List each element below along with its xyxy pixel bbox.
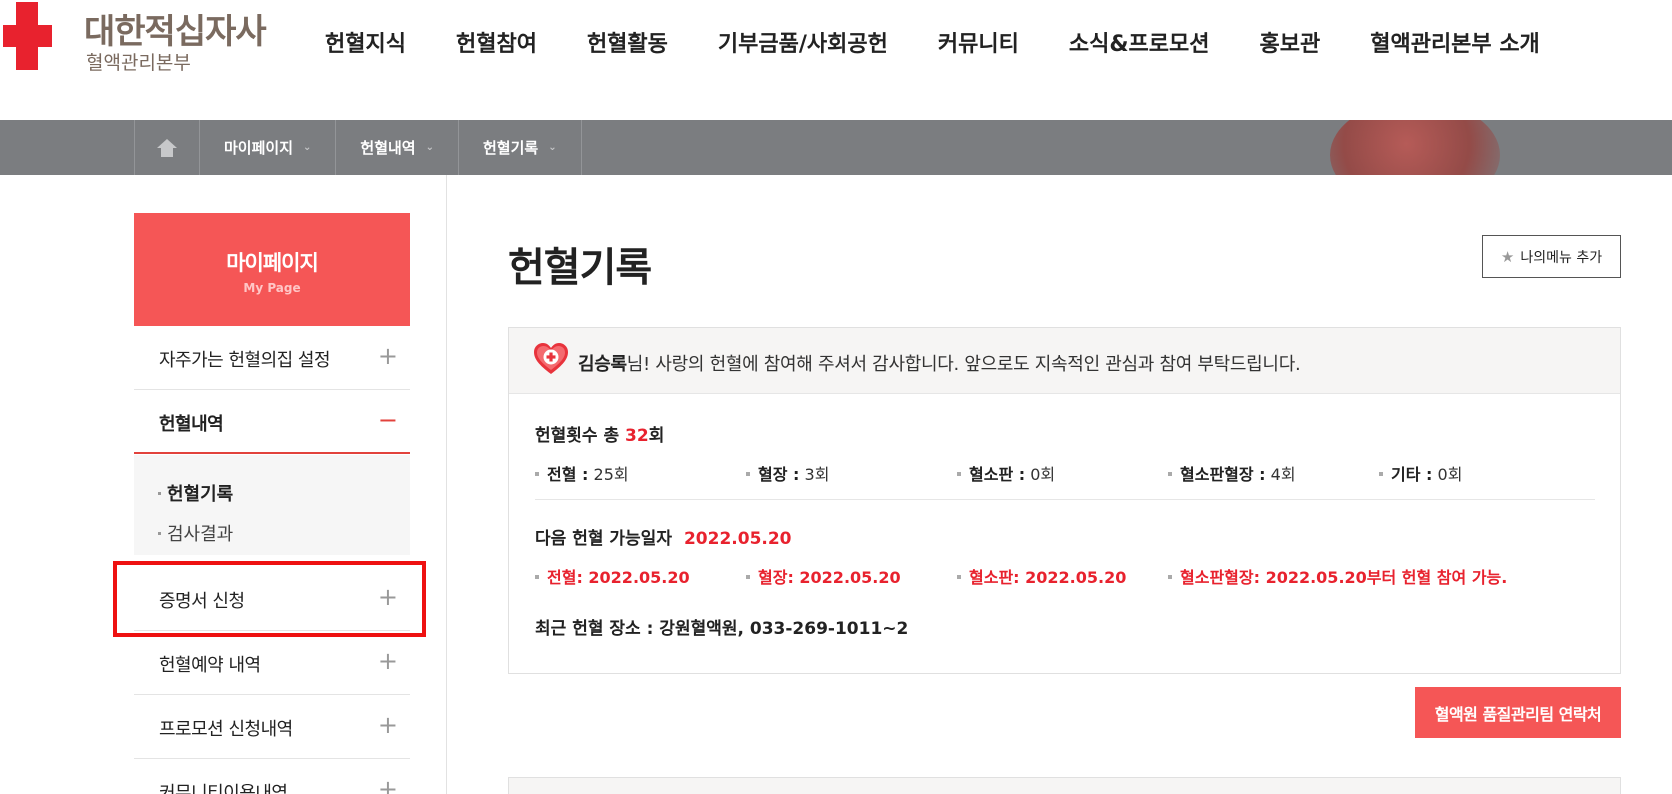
next-section-panel: [508, 777, 1621, 794]
plus-icon: +: [377, 647, 398, 675]
sidebar-submenu: 헌혈기록 검사결과: [134, 455, 410, 555]
sidebar-item-donation-history[interactable]: 헌혈내역 −: [134, 390, 410, 454]
count-platelet: 혈소판 : 0회: [957, 461, 1055, 485]
section-divider: [535, 499, 1595, 500]
nav-item-knowledge[interactable]: 헌혈지식: [325, 26, 406, 58]
bullet-icon: [158, 492, 161, 495]
home-icon: [157, 138, 177, 157]
content-divider: [446, 175, 447, 794]
page-title: 헌혈기록: [508, 245, 652, 291]
nav-item-donation[interactable]: 기부금품/사회공헌: [718, 26, 888, 58]
sidebar-title-text: 마이페이지: [226, 251, 319, 275]
sidebar-subitem-label: 헌혈기록: [167, 484, 234, 505]
count-whole-blood: 전혈 : 25회: [535, 461, 629, 485]
greeting-text: 김승록님! 사랑의 헌혈에 참여해 주셔서 감사합니다. 앞으로도 지속적인 관…: [578, 350, 1301, 376]
greeting-message: 님! 사랑의 헌혈에 참여해 주셔서 감사합니다. 앞으로도 지속적인 관심과 …: [626, 354, 1301, 375]
bullet-icon: [158, 532, 161, 535]
quality-team-contact-button[interactable]: 혈액원 품질관리팀 연락처: [1415, 687, 1621, 738]
breadcrumb-record[interactable]: 헌혈기록 ⌄: [458, 120, 582, 175]
next-available-label: 다음 헌혈 가능일자: [535, 529, 672, 549]
count-plasma: 혈장 : 3회: [746, 461, 829, 485]
sidebar-item-reservation[interactable]: 헌혈예약 내역 +: [134, 631, 410, 695]
nav-item-news[interactable]: 소식&프로모션: [1069, 26, 1210, 58]
chevron-down-icon: ⌄: [548, 142, 557, 153]
nav-item-about[interactable]: 혈액관리본부 소개: [1370, 26, 1540, 58]
breadcrumb-bar: 마이페이지 ⌄ 헌혈내역 ⌄ 헌혈기록 ⌄: [0, 120, 1672, 175]
next-platelet: 혈소판: 2022.05.20: [957, 564, 1126, 588]
sidebar-subitem-record[interactable]: 헌혈기록: [158, 480, 233, 506]
sidebar-subitem-label: 검사결과: [167, 524, 234, 545]
recent-donation-place: 최근 헌혈 장소 : 강원혈액원, 033-269-1011~2: [535, 619, 909, 639]
sidebar-item-label: 프로모션 신청내역: [159, 719, 293, 740]
sidebar-subtitle-text: My Page: [243, 281, 301, 295]
breadcrumb-label: 헌혈기록: [483, 139, 539, 157]
add-my-menu-label: 나의메뉴 추가: [1520, 249, 1603, 266]
count-other: 기타 : 0회: [1379, 461, 1462, 485]
sidebar-item-label: 자주가는 헌혈의집 설정: [159, 350, 331, 371]
count-platelet-plasma: 혈소판혈장 : 4회: [1168, 461, 1296, 485]
breadcrumb-label: 헌혈내역: [360, 139, 416, 157]
nav-item-activity[interactable]: 헌혈활동: [587, 26, 668, 58]
sidebar-item-label: 헌혈내역: [159, 414, 224, 435]
sidebar-subitem-test-result[interactable]: 검사결과: [158, 520, 233, 546]
site-header: 대한적십자사 혈액관리본부 헌혈지식 헌혈참여 헌혈활동 기부금품/사회공헌 커…: [0, 0, 1672, 120]
greeting-bar: 김승록님! 사랑의 헌혈에 참여해 주셔서 감사합니다. 앞으로도 지속적인 관…: [509, 328, 1620, 394]
user-name: 김승록: [578, 354, 627, 375]
next-available-date: 다음 헌혈 가능일자 2022.05.20: [535, 524, 792, 549]
plus-icon: +: [377, 711, 398, 739]
decorative-apple-image: [1330, 120, 1500, 175]
nav-item-community[interactable]: 커뮤니티: [938, 26, 1019, 58]
breadcrumb-label: 마이페이지: [224, 139, 294, 157]
breadcrumb-mypage[interactable]: 마이페이지 ⌄: [199, 120, 335, 175]
minus-icon: −: [377, 406, 398, 434]
logo-name: 대한적십자사: [84, 12, 267, 52]
breadcrumb-home[interactable]: [134, 120, 199, 175]
star-icon: ★: [1500, 247, 1515, 266]
breadcrumb-history[interactable]: 헌혈내역 ⌄: [335, 120, 458, 175]
sidebar-item-label: 헌혈예약 내역: [159, 655, 261, 676]
site-logo[interactable]: 대한적십자사 혈액관리본부: [0, 0, 290, 80]
next-available-value: 2022.05.20: [683, 529, 792, 549]
heart-cross-icon: [534, 343, 568, 374]
total-count: 헌혈횟수 총 32회: [535, 421, 664, 446]
red-cross-icon-bar: [3, 25, 52, 47]
donation-record-panel: 김승록님! 사랑의 헌혈에 참여해 주셔서 감사합니다. 앞으로도 지속적인 관…: [508, 327, 1621, 674]
total-count-suffix: 회: [648, 426, 665, 446]
sidebar-item-favorite-center[interactable]: 자주가는 헌혈의집 설정 +: [134, 326, 410, 390]
next-platelet-plasma: 혈소판혈장: 2022.05.20부터 헌혈 참여 가능.: [1168, 564, 1507, 588]
add-my-menu-button[interactable]: ★ 나의메뉴 추가: [1482, 235, 1621, 278]
chevron-down-icon: ⌄: [425, 142, 434, 153]
nav-item-participate[interactable]: 헌혈참여: [456, 26, 537, 58]
next-whole-blood: 전혈: 2022.05.20: [535, 564, 690, 588]
next-plasma: 혈장: 2022.05.20: [746, 564, 901, 588]
logo-sub: 혈액관리본부: [86, 52, 191, 74]
nav-item-pr[interactable]: 홍보관: [1259, 26, 1320, 58]
sidebar-item-label: 커뮤니티이용내역: [159, 783, 288, 794]
plus-icon: +: [377, 342, 398, 370]
total-count-prefix: 헌혈횟수 총: [535, 426, 626, 446]
plus-icon: +: [377, 775, 398, 794]
main-nav: 헌혈지식 헌혈참여 헌혈활동 기부금품/사회공헌 커뮤니티 소식&프로모션 홍보…: [300, 26, 1565, 58]
breadcrumb: 마이페이지 ⌄ 헌혈내역 ⌄ 헌혈기록 ⌄: [134, 120, 582, 175]
highlight-box: [113, 561, 426, 637]
sidebar-title: 마이페이지 My Page: [134, 213, 410, 326]
sidebar-item-promotion[interactable]: 프로모션 신청내역 +: [134, 695, 410, 759]
sidebar-item-community[interactable]: 커뮤니티이용내역 +: [134, 759, 410, 794]
total-count-value: 32: [625, 426, 649, 446]
chevron-down-icon: ⌄: [303, 142, 312, 153]
